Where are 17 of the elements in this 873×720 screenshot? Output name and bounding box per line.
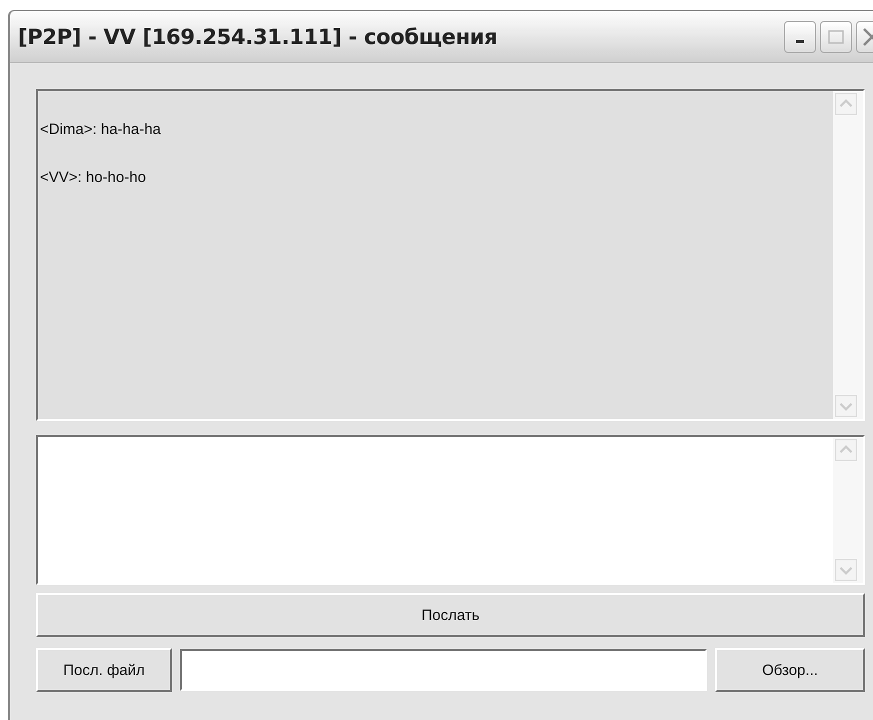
scroll-up-icon [835,93,857,115]
scrollbar[interactable] [833,91,863,419]
send-button[interactable]: Послать [36,593,865,637]
chat-message: <VV>: ho-ho-ho [40,169,147,186]
scroll-down-icon [835,559,857,581]
maximize-icon [828,30,844,44]
window-title: [P2P] - VV [169.254.31.111] - сообщения [18,24,498,48]
minimize-button[interactable] [784,20,816,52]
message-input-field[interactable] [36,435,865,585]
scrollbar[interactable] [833,437,863,583]
minimize-icon [796,40,804,43]
scroll-down-icon [835,395,857,417]
file-path-field[interactable] [180,649,707,691]
browse-button[interactable]: Обзор... [715,648,865,692]
send-file-button[interactable]: Посл. файл [36,648,172,692]
scroll-up-icon [835,439,857,461]
chat-message: <Dima>: ha-ha-ha [40,121,162,138]
